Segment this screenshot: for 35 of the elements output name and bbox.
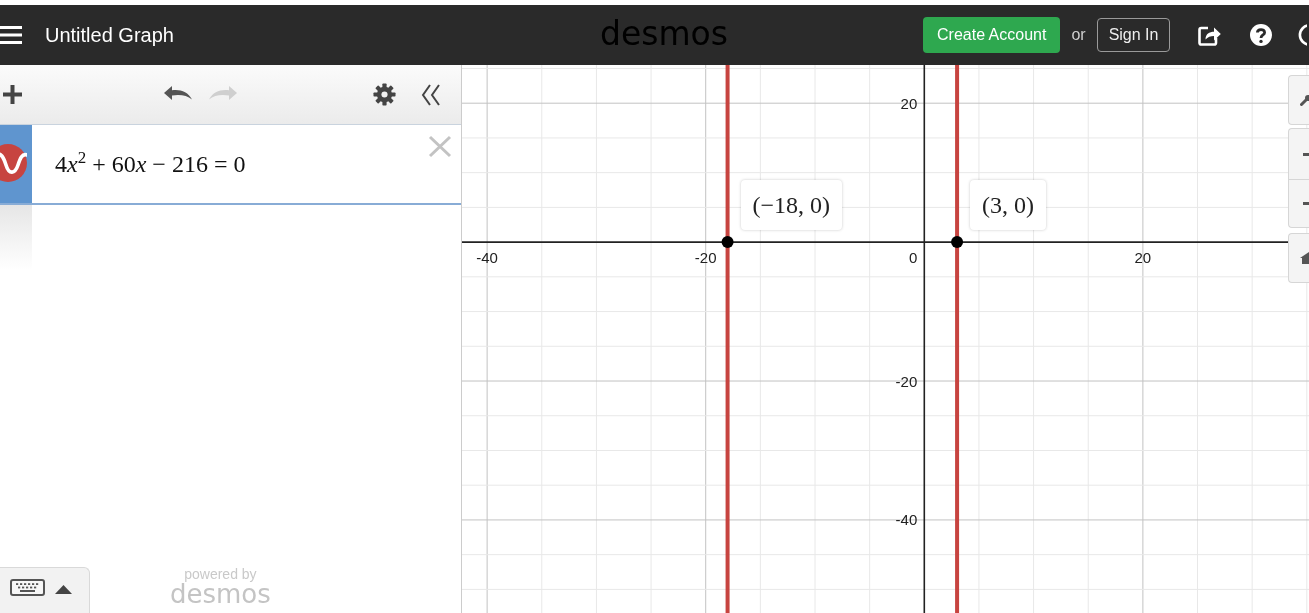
axis-tick-label: -20: [895, 372, 918, 390]
share-icon[interactable]: [1198, 24, 1222, 46]
settings-icon[interactable]: [373, 83, 396, 106]
graph-settings-button[interactable]: [1288, 75, 1309, 125]
keyboard-icon: [10, 579, 45, 596]
point-marker[interactable]: [721, 236, 734, 249]
axis-tick-label: -40: [476, 249, 498, 267]
double-chevron-left-icon[interactable]: [420, 82, 442, 107]
plus-icon[interactable]: [3, 85, 22, 104]
axis-tick-label: 20: [1134, 249, 1152, 267]
expression-text: 4x$^{2}$ + 60x − 216 = 0: [55, 150, 246, 178]
home-icon: [1300, 252, 1309, 264]
axis-tick-label: 20: [900, 94, 918, 112]
graph-title: Untitled Graph: [45, 23, 174, 47]
expression-row[interactable]: 4x$^{2}$ + 60x − 216 = 0: [0, 125, 461, 205]
wave-icon[interactable]: [0, 143, 27, 182]
zoom-out-icon: [1303, 202, 1309, 205]
axis-tick-label: -20: [694, 249, 717, 267]
caret-up-icon: [55, 585, 72, 594]
help-icon[interactable]: [1250, 24, 1273, 46]
coordinate-label: (−18, 0): [740, 180, 843, 231]
sign-in-button[interactable]: Sign In: [1096, 18, 1171, 52]
zoom-in-icon: [1303, 152, 1309, 156]
point-marker[interactable]: [951, 236, 964, 249]
wrench-icon: [1300, 94, 1309, 106]
coordinate-label: (3, 0): [970, 180, 1047, 231]
or-text: or: [1071, 26, 1086, 44]
footer-logo: desmos: [170, 581, 271, 607]
undo-arrow-icon[interactable]: [163, 84, 193, 101]
ring-icon[interactable]: [1298, 24, 1308, 46]
origin-label: 0: [908, 249, 918, 267]
home-button[interactable]: [1288, 233, 1309, 283]
axis-tick-label: -40: [895, 511, 918, 529]
keyboard-button[interactable]: [0, 567, 90, 613]
menu-icon[interactable]: [0, 25, 22, 45]
